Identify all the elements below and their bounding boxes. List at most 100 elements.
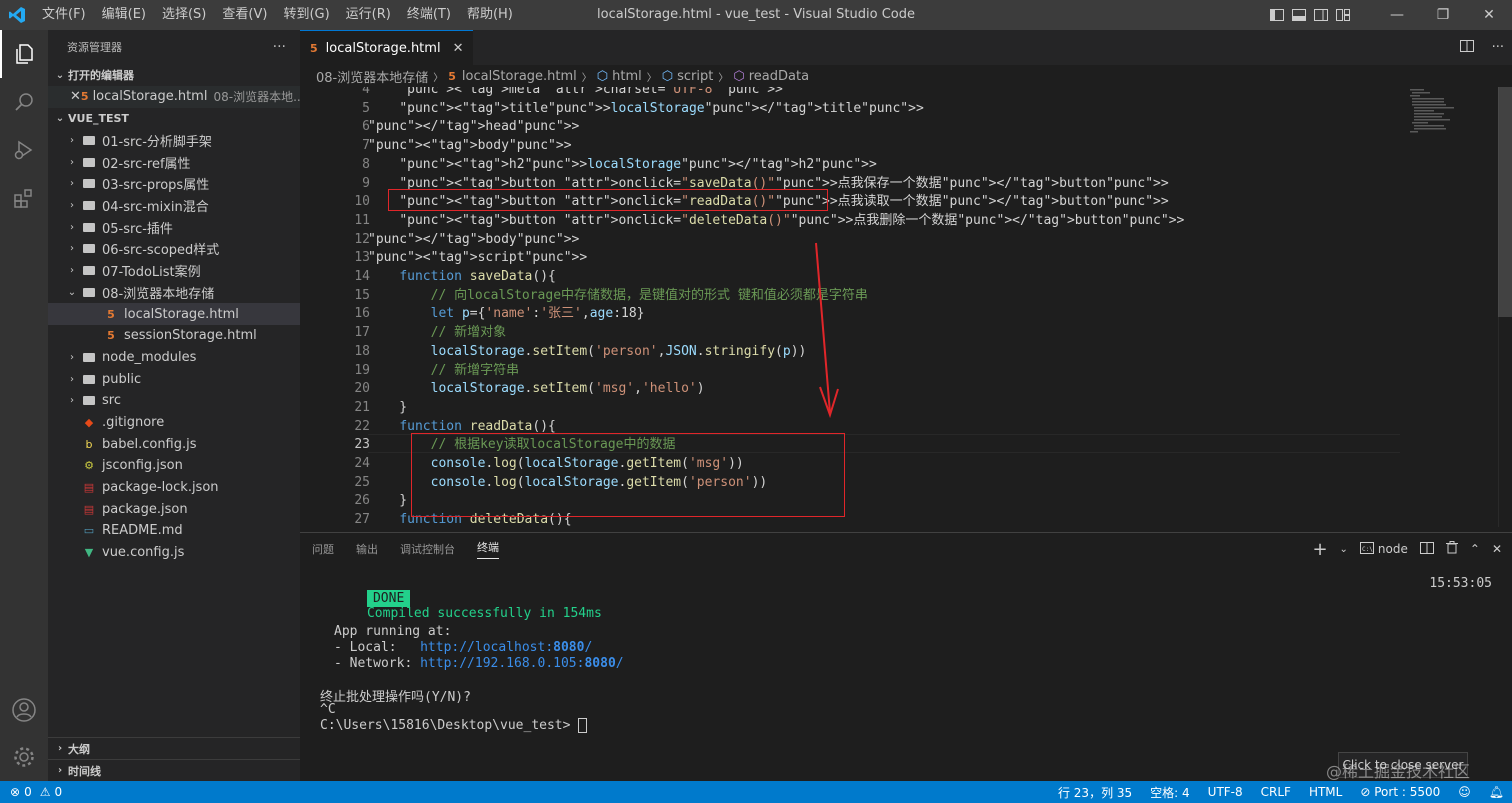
tree-item[interactable]: › 06-src-scoped样式 <box>48 238 300 260</box>
code-line[interactable]: "punc"><"tag">title"punc">>localStorage"… <box>368 100 923 119</box>
local-url[interactable]: http://localhost: <box>420 640 553 655</box>
tree-item[interactable]: 5 sessionStorage.html <box>48 325 300 347</box>
notifications-bell-icon[interactable]: 🔔︎ <box>1489 785 1504 799</box>
code-line[interactable]: } <box>368 492 407 511</box>
terminal-shell-name[interactable]: node <box>1378 542 1408 556</box>
breadcrumb-html[interactable]: html <box>612 69 642 84</box>
menu-view[interactable]: 查看(V) <box>214 0 275 30</box>
account-icon[interactable]: ☺ <box>1458 785 1471 799</box>
network-url[interactable]: http://192.168.0.105: <box>420 656 584 671</box>
open-editors-section[interactable]: ⌄ 打开的编辑器 <box>48 64 300 86</box>
trash-icon[interactable] <box>1445 541 1458 557</box>
tab-output[interactable]: 输出 <box>356 541 378 557</box>
indentation[interactable]: 空格: 4 <box>1150 784 1190 801</box>
tree-item[interactable]: › 01-src-分析脚手架 <box>48 130 300 152</box>
more-actions-button[interactable]: ··· <box>273 39 286 55</box>
manage-gear-icon[interactable] <box>0 733 48 781</box>
breadcrumb-script[interactable]: script <box>677 69 713 84</box>
code-line[interactable]: "punc"><"tag">script"punc">> <box>368 249 587 268</box>
tree-item[interactable]: ▭ README.md <box>48 520 300 542</box>
tree-item[interactable]: ⚙ jsconfig.json <box>48 455 300 477</box>
tab-problems[interactable]: 问题 <box>312 541 334 557</box>
code-line[interactable]: "punc"></"tag">head"punc">> <box>368 118 579 137</box>
tab-localstorage-html[interactable]: 5 localStorage.html ✕ <box>300 30 474 65</box>
code-line[interactable]: // 向localStorage中存储数据，是键值对的形式 键和值必须都是字符串 <box>368 287 868 306</box>
tree-item[interactable]: › src <box>48 390 300 412</box>
menu-help[interactable]: 帮助(H) <box>459 0 521 30</box>
code-line[interactable]: localStorage.setItem('person',JSON.strin… <box>368 343 807 362</box>
tree-item[interactable]: › 04-src-mixin混合 <box>48 195 300 217</box>
tree-item[interactable]: › 05-src-插件 <box>48 216 300 238</box>
code-line[interactable]: // 新增对象 <box>368 324 506 343</box>
code-line[interactable]: let p={'name':'张三',age:18} <box>368 305 645 324</box>
more-actions-icon[interactable]: ··· <box>1492 40 1504 55</box>
extensions-icon[interactable] <box>0 174 48 222</box>
language-mode[interactable]: HTML <box>1309 785 1342 799</box>
tree-item[interactable]: › public <box>48 368 300 390</box>
minimize-icon[interactable]: — <box>1374 0 1420 30</box>
code-line[interactable]: localStorage.setItem('msg','hello') <box>368 380 705 399</box>
problems-indicator[interactable]: ⊗ 0 ⚠ 0 <box>0 785 62 799</box>
timeline-section[interactable]: › 时间线 <box>48 759 300 781</box>
tree-item[interactable]: ◆ .gitignore <box>48 412 300 434</box>
close-window-icon[interactable]: ✕ <box>1466 0 1512 30</box>
breadcrumb-file[interactable]: localStorage.html <box>462 69 577 84</box>
code-line[interactable]: } <box>368 399 407 418</box>
customize-layout-icon[interactable] <box>1332 0 1354 30</box>
local-port[interactable]: 8080 <box>553 640 584 655</box>
tree-item[interactable]: ▤ package-lock.json <box>48 477 300 499</box>
menu-selection[interactable]: 选择(S) <box>154 0 214 30</box>
menu-file[interactable]: 文件(F) <box>34 0 94 30</box>
tab-debug-console[interactable]: 调试控制台 <box>400 541 455 557</box>
menu-run[interactable]: 运行(R) <box>338 0 399 30</box>
minimap[interactable] <box>1402 87 1498 147</box>
open-editor-item[interactable]: ✕ 5 localStorage.html 08-浏览器本地... <box>48 86 300 108</box>
tab-terminal[interactable]: 终端 <box>477 539 499 559</box>
encoding[interactable]: UTF-8 <box>1208 785 1243 799</box>
toggle-primary-sidebar-icon[interactable] <box>1266 0 1288 30</box>
project-section[interactable]: ⌄ VUE_TEST <box>48 108 300 130</box>
tree-item[interactable]: 5 localStorage.html <box>48 303 300 325</box>
network-port[interactable]: 8080 <box>584 656 615 671</box>
local-slash[interactable]: / <box>584 640 592 655</box>
scrollbar-thumb[interactable] <box>1498 87 1512 317</box>
run-debug-icon[interactable] <box>0 126 48 174</box>
tree-item[interactable]: ⌄ 08-浏览器本地存储 <box>48 282 300 304</box>
network-slash[interactable]: / <box>616 656 624 671</box>
menu-edit[interactable]: 编辑(E) <box>94 0 154 30</box>
code-editor[interactable]: 4 5 6 7 8 9 10 11 12 13 14 15 16 17 18 19 20 21 22 23 24 25 26… <box>300 87 1512 527</box>
close-panel-icon[interactable]: ✕ <box>1492 542 1502 556</box>
code-line[interactable]: function saveData(){ <box>368 268 556 287</box>
code-line[interactable]: "punc"><"tag">h2"punc">>localStorage"pun… <box>368 156 877 175</box>
split-editor-icon[interactable] <box>1459 39 1474 56</box>
explorer-icon[interactable] <box>0 30 48 78</box>
tree-item[interactable]: ▤ package.json <box>48 498 300 520</box>
code-line[interactable]: "punc"><"tag">meta "attr">charset="UTF-8… <box>368 87 783 100</box>
live-server-port[interactable]: ⊘ Port : 5500 <box>1360 785 1440 799</box>
breadcrumb-folder[interactable]: 08-浏览器本地存储 <box>316 67 428 86</box>
cursor-position[interactable]: 行 23，列 35 <box>1058 784 1132 801</box>
new-terminal-icon[interactable]: + <box>1312 539 1327 560</box>
line-ending[interactable]: CRLF <box>1261 785 1291 799</box>
menu-go[interactable]: 转到(G) <box>275 0 337 30</box>
accounts-icon[interactable] <box>0 686 48 734</box>
split-terminal-icon[interactable] <box>1419 541 1434 557</box>
toggle-panel-icon[interactable] <box>1288 0 1310 30</box>
tree-item[interactable]: › 03-src-props属性 <box>48 173 300 195</box>
tree-item[interactable]: › 07-TodoList案例 <box>48 260 300 282</box>
terminal-shell-icon[interactable]: C:\ <box>1359 541 1374 557</box>
tree-item[interactable]: › node_modules <box>48 347 300 369</box>
outline-section[interactable]: › 大纲 <box>48 737 300 759</box>
close-editor-icon[interactable]: ✕ <box>70 89 81 104</box>
maximize-panel-icon[interactable]: ⌃ <box>1470 542 1480 556</box>
toggle-secondary-sidebar-icon[interactable] <box>1310 0 1332 30</box>
code-line[interactable]: "punc"><"tag">button "attr">onclick="del… <box>368 212 1184 231</box>
tree-item[interactable]: b babel.config.js <box>48 433 300 455</box>
menu-terminal[interactable]: 终端(T) <box>399 0 459 30</box>
code-line[interactable]: // 新增字符串 <box>368 362 519 381</box>
chevron-down-icon[interactable]: ⌄ <box>1340 544 1348 555</box>
editor-scrollbar[interactable] <box>1498 87 1512 527</box>
breadcrumb-function[interactable]: readData <box>749 69 809 84</box>
code-line[interactable]: "punc"></"tag">body"punc">> <box>368 231 579 250</box>
close-tab-icon[interactable]: ✕ <box>453 41 464 56</box>
